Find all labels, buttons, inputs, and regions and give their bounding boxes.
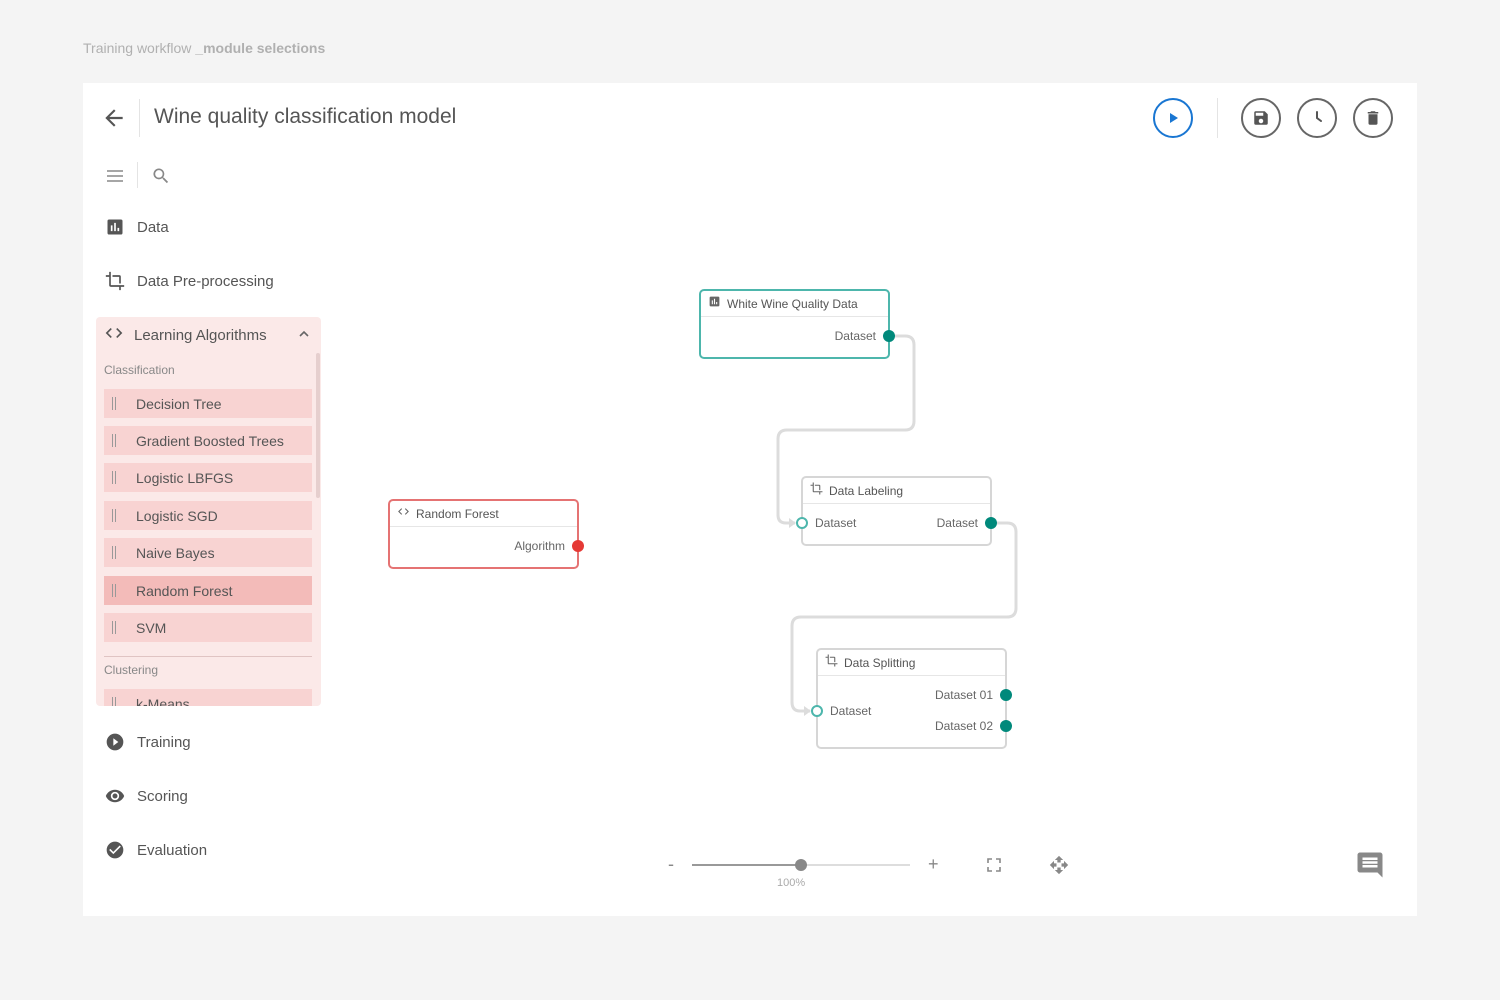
node-white-wine-quality-data[interactable]: White Wine Quality Data Dataset — [699, 289, 895, 359]
node-random-forest[interactable]: Random Forest Algorithm — [388, 499, 584, 569]
code-icon — [397, 505, 410, 523]
comment-button[interactable] — [1355, 850, 1385, 885]
workflow-editor: Wine quality classification model Data D… — [83, 83, 1417, 916]
zoom-slider[interactable] — [692, 859, 910, 871]
port-label: Dataset 02 — [934, 719, 993, 733]
fullscreen-icon — [987, 858, 1001, 872]
connector-arrow — [789, 518, 796, 528]
node-title: Random Forest — [416, 506, 499, 521]
node-title: Data Labeling — [829, 483, 904, 498]
caption-prefix: Training workflow — [83, 40, 196, 56]
port-label: Algorithm — [514, 539, 565, 553]
fit-screen-button[interactable] — [987, 858, 1001, 877]
pan-button[interactable] — [1049, 855, 1069, 880]
caption-bold: _module selections — [195, 40, 326, 56]
output-port[interactable] — [985, 517, 997, 529]
port-label: Dataset — [936, 516, 978, 530]
output-port[interactable] — [572, 540, 584, 552]
port-label: Dataset — [834, 329, 876, 343]
node-header: Random Forest — [390, 501, 577, 527]
comment-icon — [1357, 852, 1383, 878]
node-header: White Wine Quality Data — [701, 291, 888, 317]
zoom-in-button[interactable]: + — [928, 854, 939, 875]
output-port[interactable] — [1000, 689, 1012, 701]
input-port[interactable] — [796, 517, 808, 529]
zoom-out-button[interactable]: - — [668, 854, 674, 875]
output-port[interactable] — [1000, 720, 1012, 732]
node-header: Data Labeling — [803, 478, 990, 504]
bar-chart-icon — [708, 295, 721, 313]
zoom-value: 100% — [777, 877, 806, 889]
port-label: Dataset — [830, 704, 872, 718]
zoom-slider-thumb[interactable] — [795, 859, 807, 871]
node-header: Data Splitting — [818, 650, 1005, 676]
node-data-labeling[interactable]: Data Labeling Dataset Dataset — [796, 476, 997, 546]
connector-arrow — [804, 706, 811, 716]
node-title: White Wine Quality Data — [727, 296, 858, 311]
input-port[interactable] — [811, 705, 823, 717]
port-label: Dataset — [815, 516, 857, 530]
node-data-splitting[interactable]: Data Splitting Dataset Dataset 01 Datase… — [811, 648, 1012, 749]
zoom-slider-fill — [692, 864, 801, 866]
node-title: Data Splitting — [844, 655, 916, 670]
connector-lines — [776, 334, 1018, 716]
output-port[interactable] — [883, 330, 895, 342]
crop-icon — [810, 482, 823, 500]
workflow-caption: Training workflow _module selections — [83, 40, 325, 56]
port-label: Dataset 01 — [934, 688, 993, 702]
crop-icon — [825, 654, 838, 672]
move-icon — [1049, 855, 1069, 875]
